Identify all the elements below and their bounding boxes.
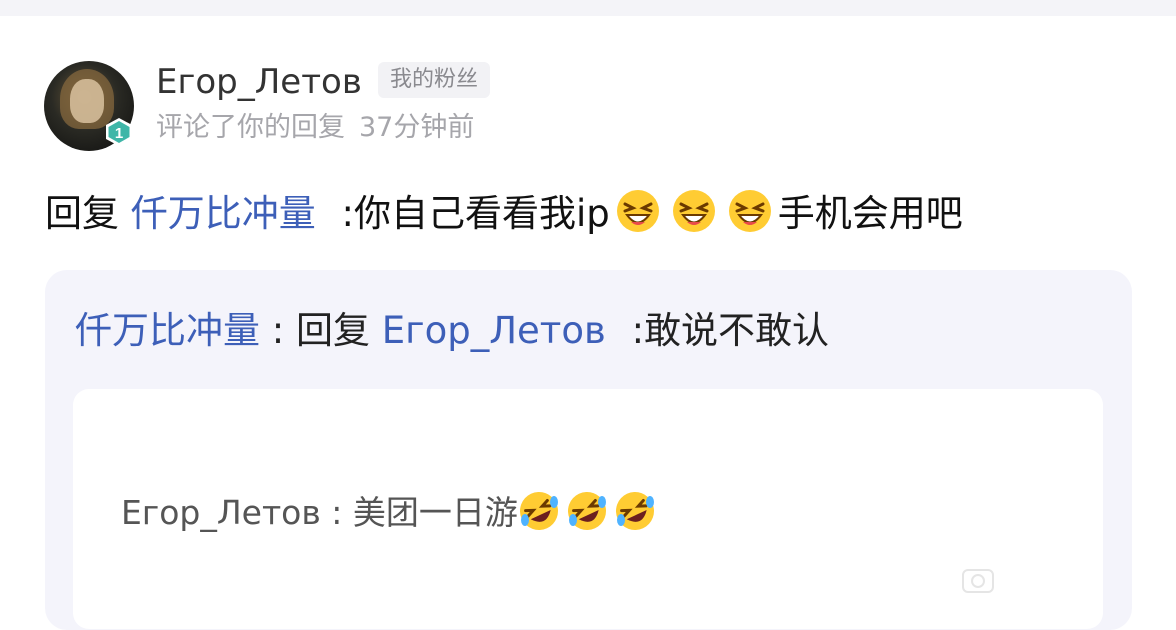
original-author: Егор_Летов [121,493,321,532]
comment-timestamp: 37分钟前 [359,112,475,143]
quoted-separator: : [260,309,296,352]
quoted-text: :敢说不敢认 [631,309,830,352]
reply-prefix: 回复 [45,192,119,235]
reply-target-link[interactable]: 仟万比冲量 [131,192,316,235]
level-number: 1 [115,125,123,142]
avatar-face-shape [70,79,104,123]
quoted-reply-line[interactable]: 仟万比冲量 : 回复 Егор_Летов :敢说不敢认 [75,306,829,356]
reply-text-tail: 手机会用吧 [777,192,963,235]
level-badge-icon: 1 [104,117,134,147]
rolling-laughing-emoji-icon [518,490,560,532]
original-comment-line: Егор_Летов : 美团一日游 [121,490,662,535]
quoted-author-link[interactable]: 仟万比冲量 [75,309,260,352]
quoted-reply-target-link[interactable]: Егор_Летов [382,309,606,352]
username[interactable]: Егор_Летов [156,62,362,102]
avatar[interactable]: 1 [44,61,134,151]
reply-content[interactable]: 回复 仟万比冲量 :你自己看看我ip 手机会用吧 [45,188,963,239]
camera-watermark-icon [960,562,996,598]
reply-text: :你自己看看我ip [341,192,610,235]
fan-tag-badge: 我的粉丝 [378,62,491,98]
original-separator: : [320,493,353,532]
grinning-squint-emoji-icon [615,188,661,234]
grinning-squint-emoji-icon [727,188,773,234]
original-text: 美团一日游 [352,493,518,532]
grinning-squint-emoji-icon [671,188,717,234]
comment-action-text: 评论了你的回复 [156,112,345,143]
rolling-laughing-emoji-icon [614,490,656,532]
top-separator-band [0,0,1176,16]
rolling-laughing-emoji-icon [566,490,608,532]
comment-meta: 评论了你的回复 37分钟前 [156,110,474,146]
quoted-reply-prefix: 回复 [296,309,370,352]
